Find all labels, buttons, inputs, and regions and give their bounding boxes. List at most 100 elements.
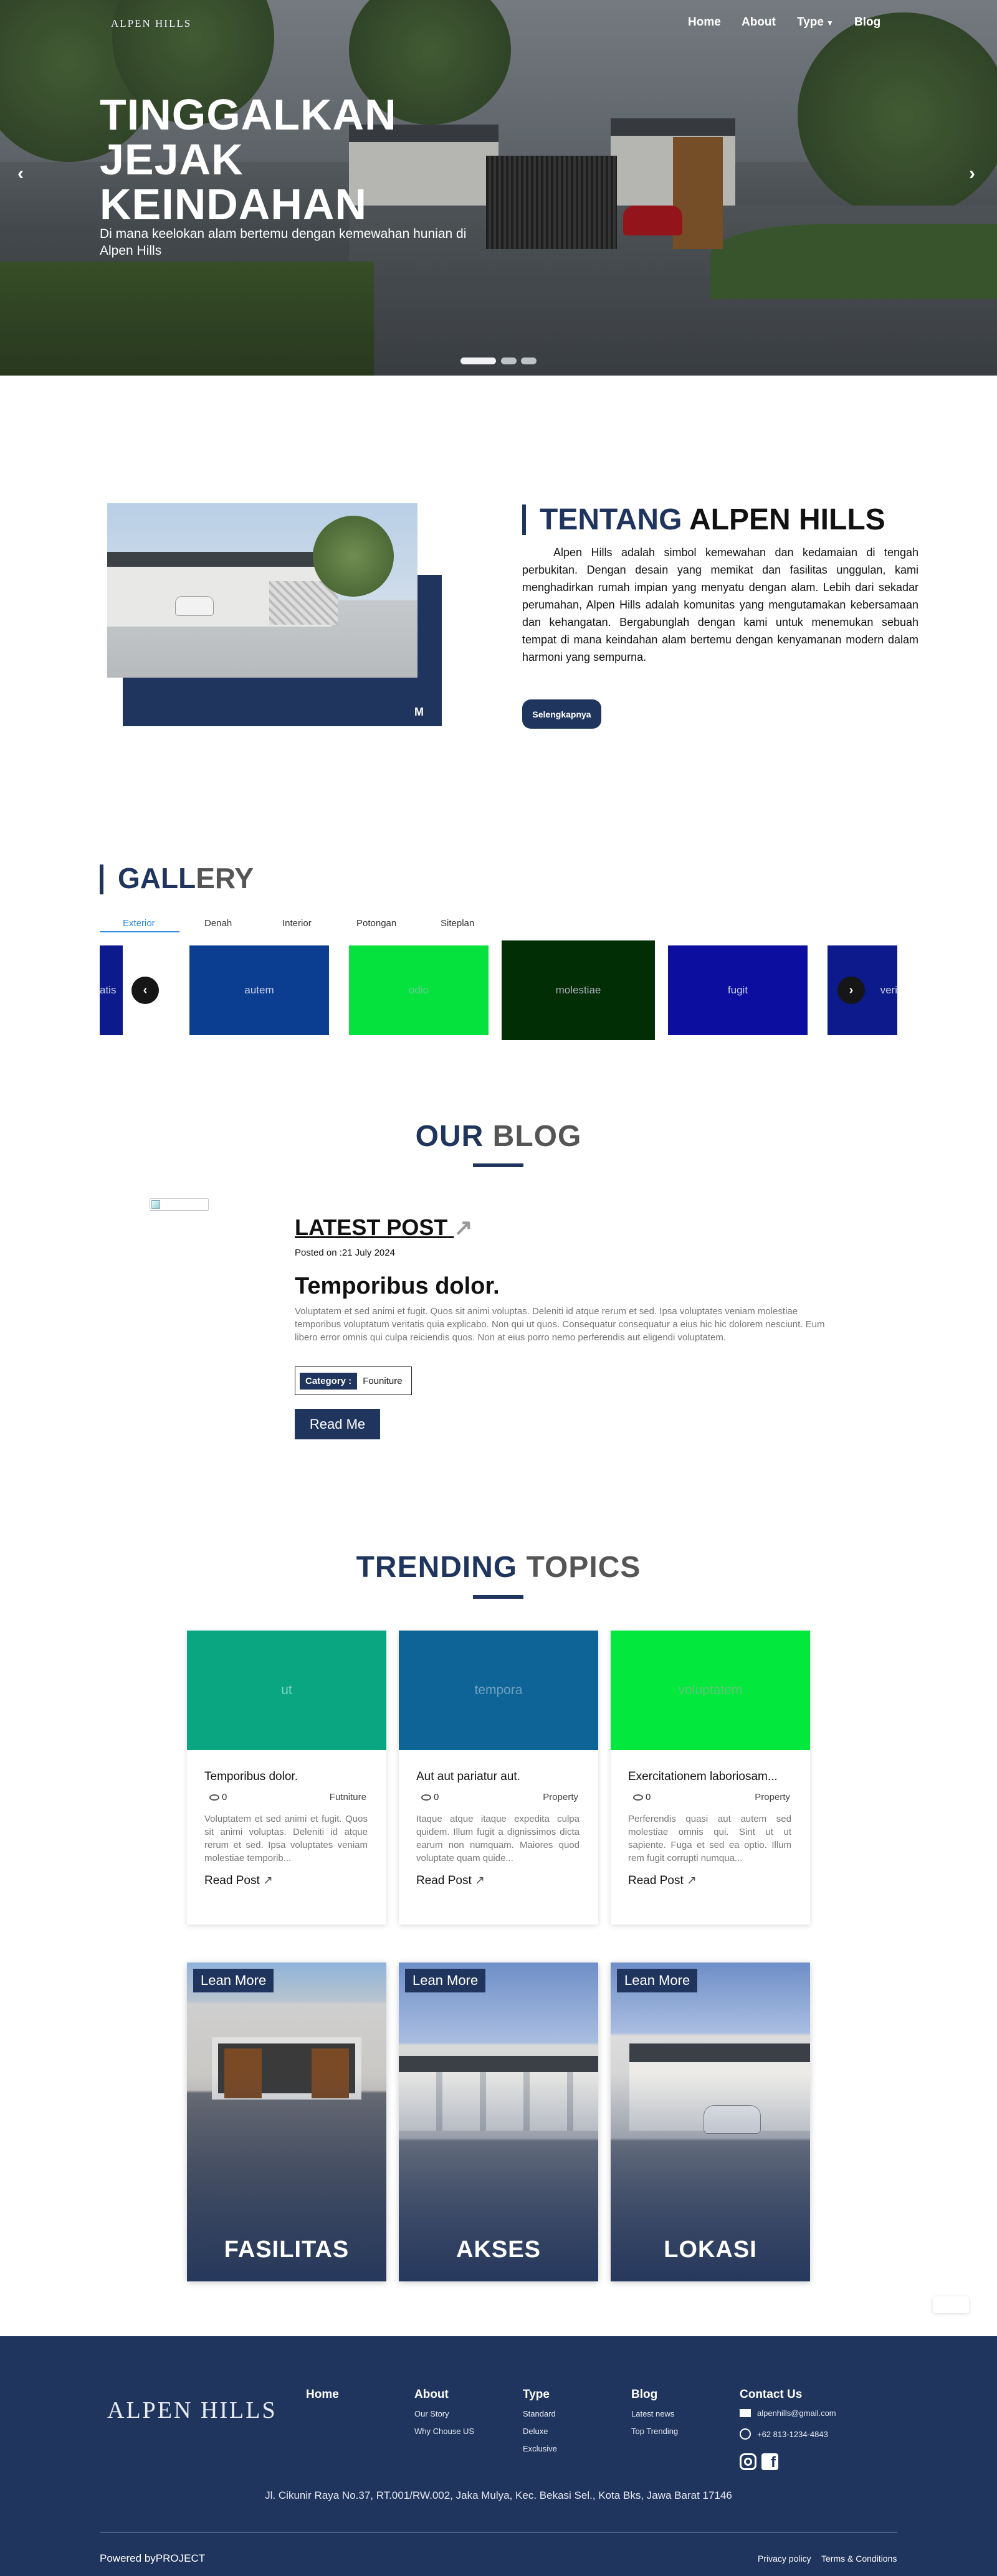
gallery-tile[interactable]: atis [100,945,123,1035]
footer-email[interactable]: alpenhills@gmail.com [740,2408,836,2418]
footer: ALPEN HILLS Home About Our Story Why Cho… [0,2336,997,2576]
read-post-link[interactable]: Read Post ↗ [628,1873,697,1888]
arrow-up-right-icon: ↗ [475,1874,485,1887]
footer-link[interactable]: Our Story [414,2409,449,2418]
arrow-up-right-icon: ↗ [263,1874,273,1887]
card-category: Property [543,1792,578,1802]
footer-link[interactable]: Deluxe [523,2427,548,2436]
tab-interior[interactable]: Interior [282,918,312,929]
chevron-left-icon: ‹ [143,983,148,997]
gallery-tile[interactable]: molestiae [502,940,655,1040]
read-post-label: Read Post [416,1874,472,1887]
footer-link[interactable]: Why Chouse US [414,2427,474,2436]
card-image-label: voluptatem [678,1683,743,1697]
nav-about[interactable]: About [742,16,776,29]
learn-more-button[interactable]: Lean More [617,1969,698,1992]
card-image: tempora [399,1631,598,1750]
terms-link[interactable]: Terms & Conditions [821,2554,897,2564]
trending-card[interactable]: ut Temporibus dolor. 0 Futniture Volupta… [187,1631,386,1925]
feature-title: AKSES [456,2237,541,2263]
chevron-left-icon[interactable]: ‹ [17,163,24,184]
nav-type[interactable]: Type ▼ [797,16,834,29]
trending-title-rest: TOPICS [526,1551,641,1584]
footer-phone[interactable]: +62 813-1234-4843 [740,2428,828,2440]
gallery-tile[interactable]: odio [349,945,489,1035]
hero-title: TINGGALKAN JEJAK KEINDAHAN [100,90,397,229]
blog-section-title: OUR BLOG [0,1119,997,1153]
chevron-right-icon[interactable]: › [969,163,975,184]
feature-lokasi[interactable]: Lean More LOKASI [611,1963,810,2281]
chevron-right-icon: › [849,983,854,997]
trending-card[interactable]: tempora Aut aut pariatur aut. 0 Property… [399,1631,598,1925]
instagram-icon[interactable] [740,2453,756,2470]
trending-card[interactable]: voluptatem Exercitationem laboriosam... … [611,1631,810,1925]
feature-akses[interactable]: Lean More AKSES [399,1963,598,2281]
gallery-tile[interactable]: fugit [668,945,808,1035]
nav-blog[interactable]: Blog [854,16,880,29]
learn-more-button[interactable]: Lean More [193,1969,274,1992]
about-title-accent: TENTANG [540,503,682,536]
tab-potongan[interactable]: Potongan [356,918,396,929]
footer-home[interactable]: Home [306,2388,339,2402]
trending-section-title: TRENDING TOPICS [0,1550,997,1584]
eye-icon [421,1794,431,1801]
footer-link[interactable]: Exclusive [523,2444,557,2453]
card-category: Property [755,1792,790,1802]
arrow-up-right-icon: ↗ [454,1215,473,1240]
m-logo-icon: M [414,706,424,718]
card-title[interactable]: Exercitationem laboriosam... [628,1770,778,1784]
privacy-link[interactable]: Privacy policy [758,2554,811,2564]
card-description: Voluptatem et sed animi et fugit. Quos s… [204,1814,368,1863]
tab-denah[interactable]: Denah [204,918,232,929]
gallery-title-rest: ERY [196,862,254,894]
footer-about-heading[interactable]: About [414,2388,449,2402]
carousel-dot[interactable] [521,358,537,364]
gallery-tile-label: autem [244,984,274,996]
carousel-dot[interactable] [501,358,517,364]
gallery-next-button[interactable]: › [837,977,865,1004]
latest-post-heading[interactable]: LATEST POST ↗ [295,1215,473,1241]
feature-overlay [399,1963,598,2281]
footer-link[interactable]: Standard [523,2409,556,2418]
category-value[interactable]: Founiture [363,1376,402,1386]
read-post-link[interactable]: Read Post ↗ [416,1873,485,1888]
feature-fasilitas[interactable]: Lean More FASILITAS [187,1963,386,2281]
gallery-tile[interactable]: autem [189,945,329,1035]
card-image-label: ut [281,1683,292,1697]
tab-exterior[interactable]: Exterior [123,918,155,929]
broken-image-icon [150,1198,209,1211]
footer-address: Jl. Cikunir Raya No.37, RT.001/RW.002, J… [265,2489,732,2501]
blog-title-underline [473,1163,523,1167]
post-title[interactable]: Temporibus dolor. [295,1273,500,1300]
floating-widget[interactable] [933,2296,969,2313]
about-text: Alpen Hills adalah simbol kemewahan dan … [522,546,918,663]
tab-siteplan[interactable]: Siteplan [441,918,474,929]
card-description: Perferendis quasi aut autem sed molestia… [628,1814,791,1863]
learn-more-button[interactable]: Lean More [405,1969,486,1992]
footer-logo[interactable]: ALPEN HILLS [107,2397,277,2424]
gallery-tile-label: odio [408,984,429,996]
facebook-icon[interactable]: f [761,2453,778,2471]
footer-link[interactable]: Latest news [631,2409,674,2418]
carousel-dot-active[interactable] [460,358,496,364]
nav-logo[interactable]: ALPEN HILLS [111,17,191,30]
footer-link[interactable]: Top Trending [631,2427,678,2436]
gallery-prev-button[interactable]: ‹ [131,977,159,1004]
card-views-count: 0 [222,1792,227,1802]
card-title[interactable]: Aut aut pariatur aut. [416,1770,520,1784]
trending-title-underline [473,1595,523,1599]
card-title[interactable]: Temporibus dolor. [204,1770,298,1784]
about-title-rest: ALPEN HILLS [689,503,885,536]
card-image: ut [187,1631,386,1750]
footer-type-heading[interactable]: Type [523,2388,550,2402]
blog-title-rest: BLOG [492,1120,582,1153]
footer-contact-heading: Contact Us [740,2388,803,2401]
footer-blog-heading[interactable]: Blog [631,2388,657,2402]
nav-home[interactable]: Home [688,16,721,29]
hero-carousel: ALPEN HILLS Home About Type ▼ Blog TINGGA… [0,0,997,376]
latest-post-label: LATEST POST [295,1215,448,1240]
read-post-link[interactable]: Read Post ↗ [204,1873,273,1888]
about-more-button[interactable]: Selengkapnya [522,699,601,729]
footer-phone-text: +62 813-1234-4843 [757,2429,828,2439]
read-me-button[interactable]: Read Me [295,1409,380,1439]
